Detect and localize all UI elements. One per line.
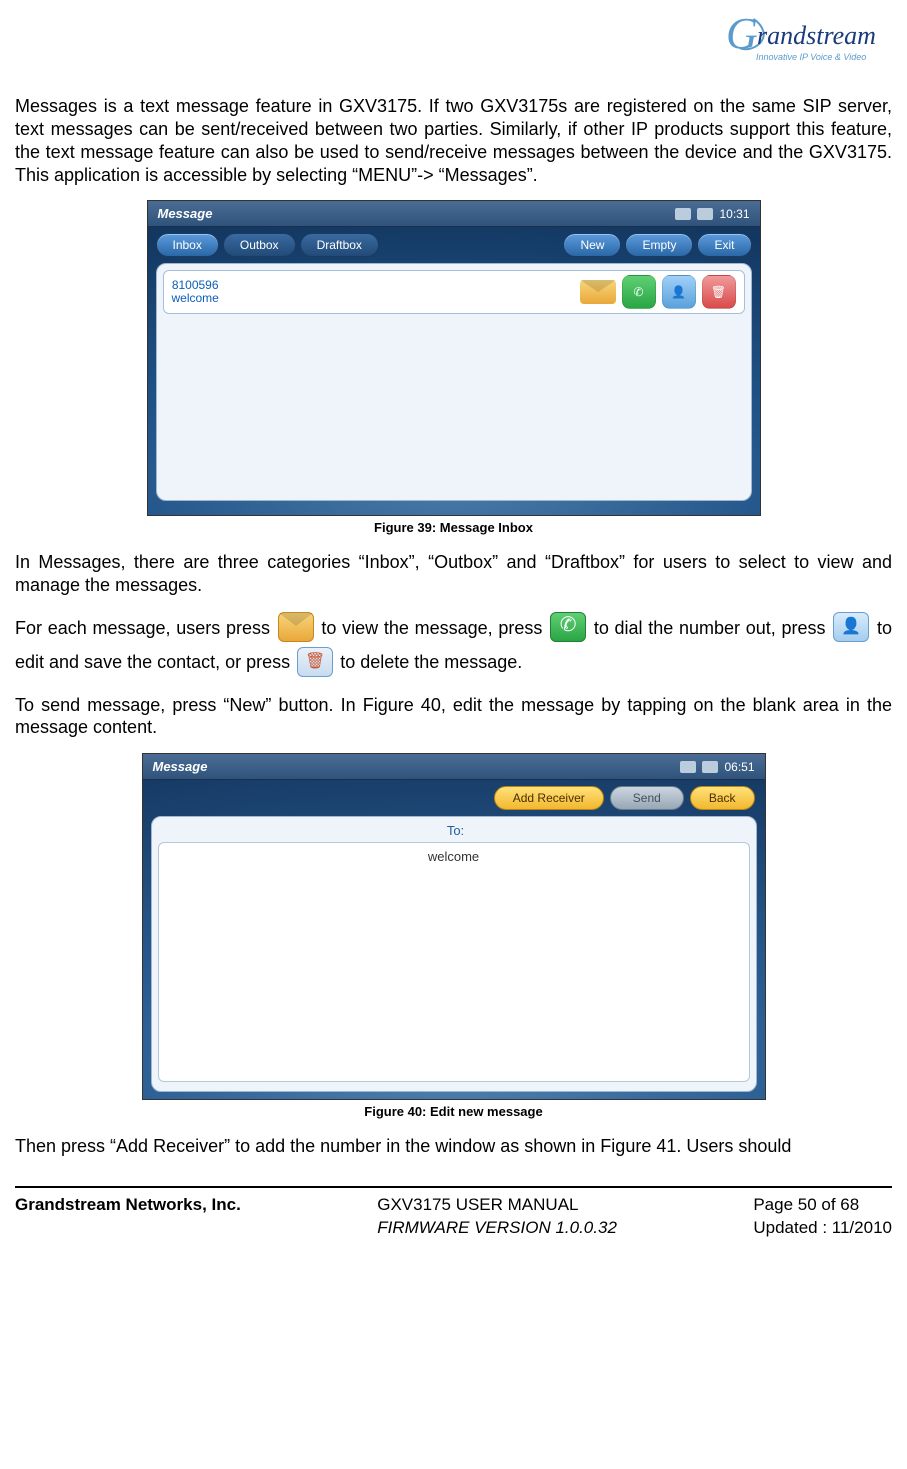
intro-paragraph: Messages is a text message feature in GX… — [15, 95, 892, 186]
text-segment: to delete the message. — [340, 652, 522, 672]
tab-draftbox[interactable]: Draftbox — [300, 233, 379, 257]
window-title: Message — [158, 206, 213, 221]
footer-updated: Updated : 11/2010 — [753, 1217, 892, 1240]
message-body-input[interactable]: welcome — [158, 842, 750, 1082]
title-bar: Message 10:31 — [148, 201, 760, 227]
sound-icon — [697, 208, 713, 220]
row-actions-paragraph: For each message, users press to view th… — [15, 611, 892, 679]
message-row[interactable]: 8100596 welcome ✆ 👤 🗑 — [163, 270, 745, 314]
figure-39-caption: Figure 39: Message Inbox — [15, 520, 892, 535]
clock-text: 10:31 — [719, 207, 749, 221]
envelope-icon[interactable] — [580, 280, 616, 304]
figure-40-caption: Figure 40: Edit new message — [15, 1104, 892, 1119]
send-instruction-paragraph: To send message, press “New” button. In … — [15, 694, 892, 740]
logo-initial: G — [726, 8, 758, 59]
keyboard-icon — [680, 761, 696, 773]
trash-icon[interactable]: 🗑 — [702, 275, 736, 309]
text-segment: to dial the number out, press — [594, 618, 831, 638]
text-segment: For each message, users press — [15, 618, 276, 638]
compose-toolbar: Add Receiver Send Back — [143, 780, 765, 816]
message-toolbar: Inbox Outbox Draftbox New Empty Exit — [148, 227, 760, 263]
footer-divider — [15, 1186, 892, 1188]
clock-text: 06:51 — [724, 760, 754, 774]
message-list-panel: 8100596 welcome ✆ 👤 🗑 — [156, 263, 752, 501]
header: G randstream Innovative IP Voice & Video — [15, 12, 892, 67]
grandstream-logo: G randstream Innovative IP Voice & Video — [732, 12, 892, 67]
logo-wordmark: randstream — [757, 21, 876, 51]
contact-icon[interactable]: 👤 — [662, 275, 696, 309]
to-field-label: To: — [158, 821, 750, 840]
figure-39: Message 10:31 Inbox Outbox Draftbox New … — [15, 200, 892, 516]
send-button[interactable]: Send — [610, 786, 684, 810]
keyboard-icon — [675, 208, 691, 220]
tab-inbox[interactable]: Inbox — [156, 233, 219, 257]
tab-outbox[interactable]: Outbox — [223, 233, 296, 257]
sound-icon — [702, 761, 718, 773]
back-button[interactable]: Back — [690, 786, 755, 810]
empty-button[interactable]: Empty — [625, 233, 693, 257]
categories-paragraph: In Messages, there are three categories … — [15, 551, 892, 597]
envelope-icon — [278, 612, 314, 642]
phone-icon[interactable]: ✆ — [622, 275, 656, 309]
phone-icon — [550, 612, 586, 642]
footer-manual: GXV3175 USER MANUAL — [377, 1194, 617, 1217]
compose-panel: To: welcome — [151, 816, 757, 1092]
trash-icon — [297, 647, 333, 677]
page-footer: Grandstream Networks, Inc. GXV3175 USER … — [15, 1194, 892, 1240]
footer-firmware: FIRMWARE VERSION 1.0.0.32 — [377, 1217, 617, 1240]
new-button[interactable]: New — [563, 233, 621, 257]
footer-page: Page 50 of 68 — [753, 1194, 892, 1217]
message-preview: welcome — [172, 292, 219, 305]
footer-company: Grandstream Networks, Inc. — [15, 1194, 241, 1217]
exit-button[interactable]: Exit — [697, 233, 751, 257]
add-receiver-paragraph: Then press “Add Receiver” to add the num… — [15, 1135, 892, 1158]
window-title: Message — [153, 759, 208, 774]
title-bar: Message 06:51 — [143, 754, 765, 780]
text-segment: to view the message, press — [321, 618, 548, 638]
logo-tagline: Innovative IP Voice & Video — [756, 52, 866, 62]
figure-40: Message 06:51 Add Receiver Send Back To:… — [15, 753, 892, 1100]
add-receiver-button[interactable]: Add Receiver — [494, 786, 604, 810]
contact-icon — [833, 612, 869, 642]
message-inbox-screen: Message 10:31 Inbox Outbox Draftbox New … — [147, 200, 761, 516]
compose-message-screen: Message 06:51 Add Receiver Send Back To:… — [142, 753, 766, 1100]
